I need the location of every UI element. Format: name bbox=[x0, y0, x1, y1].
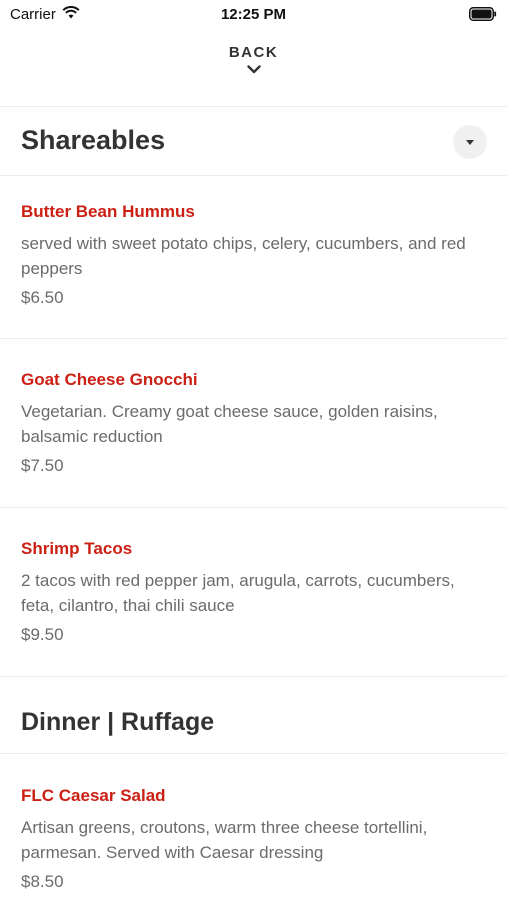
divider bbox=[0, 753, 507, 754]
item-description: served with sweet potato chips, celery, … bbox=[21, 234, 466, 278]
status-bar: Carrier 12:25 PM bbox=[0, 0, 507, 28]
menu-item[interactable]: Goat Cheese Gnocchi Vegetarian. Creamy g… bbox=[21, 369, 486, 477]
section-title-dinner-ruffage: Dinner | Ruffage bbox=[21, 708, 215, 736]
item-price: $9.50 bbox=[21, 625, 64, 644]
back-label: BACK bbox=[228, 44, 279, 61]
item-description: Artisan greens, croutons, warm three che… bbox=[21, 818, 428, 862]
menu-item[interactable]: Shrimp Tacos 2 tacos with red pepper jam… bbox=[21, 538, 486, 646]
item-name: Butter Bean Hummus bbox=[21, 202, 195, 221]
item-price: $7.50 bbox=[21, 456, 64, 475]
battery-icon bbox=[469, 7, 497, 26]
divider bbox=[0, 338, 507, 339]
section-title-shareables: Shareables bbox=[21, 125, 166, 155]
caret-down-icon bbox=[466, 139, 474, 145]
status-time: 12:25 PM bbox=[220, 6, 287, 23]
chevron-down-icon bbox=[246, 65, 261, 74]
item-name: Shrimp Tacos bbox=[21, 539, 133, 558]
item-description: Vegetarian. Creamy goat cheese sauce, go… bbox=[21, 402, 438, 446]
divider bbox=[0, 676, 507, 677]
divider bbox=[0, 507, 507, 508]
item-name: Goat Cheese Gnocchi bbox=[21, 370, 198, 389]
menu-item[interactable]: Butter Bean Hummus served with sweet pot… bbox=[21, 201, 486, 309]
item-description: 2 tacos with red pepper jam, arugula, ca… bbox=[21, 571, 455, 615]
item-price: $6.50 bbox=[21, 288, 64, 307]
menu-item[interactable]: FLC Caesar Salad Artisan greens, crouton… bbox=[21, 785, 486, 893]
item-name: FLC Caesar Salad bbox=[21, 786, 166, 805]
divider bbox=[0, 175, 507, 176]
back-button[interactable]: BACK bbox=[0, 44, 507, 74]
section-toggle-button[interactable] bbox=[453, 125, 487, 159]
divider bbox=[0, 106, 507, 107]
item-price: $8.50 bbox=[21, 872, 64, 891]
